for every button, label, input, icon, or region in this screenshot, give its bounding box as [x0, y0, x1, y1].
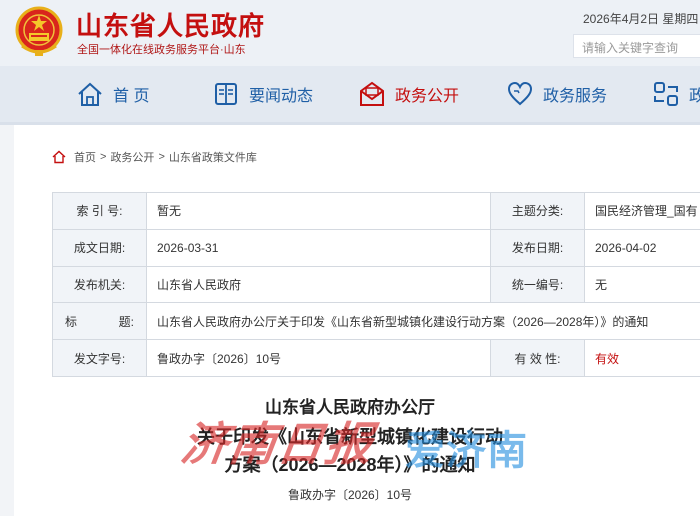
- created-date-label: 成文日期:: [52, 228, 147, 267]
- document-info-table: 索 引 号: 暂无 主题分类: 国民经济管理_国有 成文日期: 2026-03-…: [52, 192, 700, 377]
- search-input[interactable]: 请输入关键字查询: [573, 34, 700, 58]
- breadcrumb-gov-affairs[interactable]: 政务公开: [110, 149, 154, 165]
- index-value: 暂无: [146, 192, 491, 230]
- breadcrumb: 首页 > 政务公开 > 山东省政策文件库: [52, 149, 257, 165]
- home-icon: [52, 150, 66, 164]
- national-emblem-icon: [15, 6, 63, 56]
- index-label: 索 引 号:: [52, 192, 147, 230]
- nav-item-gov-affairs[interactable]: 政务公开: [358, 78, 459, 110]
- doc-number-value: 鲁政办字〔2026〕10号: [146, 339, 491, 377]
- breadcrumb-separator: >: [100, 151, 107, 163]
- validity-value: 有效: [584, 339, 700, 377]
- title-label-b: 题:: [118, 314, 134, 329]
- title-label-a: 标: [65, 314, 78, 329]
- nav-label-services: 政务服务: [543, 88, 608, 105]
- document-title-line2: 方案（2026—2028年）》的通知: [224, 455, 476, 475]
- uid-label: 统一编号:: [490, 265, 585, 304]
- doc-number-label: 发文字号:: [52, 339, 147, 377]
- nav-label-home: 首 页: [113, 88, 150, 105]
- title-label: 标 题:: [52, 302, 147, 341]
- nav-label-gov-affairs: 政务公开: [395, 88, 460, 105]
- mail-icon: [360, 81, 384, 106]
- category-label: 主题分类:: [490, 192, 585, 230]
- site-title[interactable]: 山东省人民政府: [76, 6, 265, 43]
- created-date-value: 2026-03-31: [146, 228, 491, 267]
- site-subtitle[interactable]: 全国一体化在线政务服务平台·山东: [77, 41, 246, 57]
- nav-item-interaction[interactable]: 政: [652, 78, 700, 110]
- document-number: 鲁政办字〔2026〕10号: [287, 488, 413, 502]
- uid-value: 无: [584, 265, 700, 304]
- table-row: 索 引 号: 暂无 主题分类: 国民经济管理_国有: [52, 192, 700, 230]
- home-icon: [78, 82, 102, 106]
- main-nav: 首 页 要闻动态 政务公开 政务服务 政: [0, 66, 700, 122]
- heart-icon: [507, 81, 533, 106]
- table-row: 标 题: 山东省人民政府办公厅关于印发《山东省新型城镇化建设行动方案（2026—…: [52, 302, 700, 341]
- interaction-icon: [654, 82, 678, 106]
- document-title-line1: 关于印发《山东省新型城镇化建设行动: [197, 427, 503, 447]
- validity-label: 有 效 性:: [490, 339, 585, 377]
- nav-label-news: 要闻动态: [249, 88, 314, 105]
- category-value: 国民经济管理_国有: [584, 192, 700, 230]
- breadcrumb-separator: >: [158, 151, 165, 163]
- breadcrumb-home[interactable]: 首页: [74, 149, 96, 165]
- table-row: 发布机关: 山东省人民政府 统一编号: 无: [52, 265, 700, 304]
- table-row: 发文字号: 鲁政办字〔2026〕10号 有 效 性: 有效: [52, 339, 700, 377]
- current-date: 2026年4月2日 星期四: [583, 12, 699, 26]
- title-value: 山东省人民政府办公厅关于印发《山东省新型城镇化建设行动方案（2026—2028年…: [146, 302, 700, 341]
- nav-item-news[interactable]: 要闻动态: [212, 78, 313, 110]
- published-date-value: 2026-04-02: [584, 228, 700, 267]
- issuer-label: 发布机关:: [52, 265, 147, 304]
- news-icon: [215, 83, 237, 105]
- published-date-label: 发布日期:: [490, 228, 585, 267]
- document-issuing-org: 山东省人民政府办公厅: [265, 398, 435, 417]
- site-header: 山东省人民政府 全国一体化在线政务服务平台·山东 2026年4月2日 星期四 请…: [0, 0, 700, 66]
- nav-item-home[interactable]: 首 页: [76, 78, 149, 110]
- nav-label-interaction: 政: [689, 88, 700, 105]
- table-row: 成文日期: 2026-03-31 发布日期: 2026-04-02: [52, 228, 700, 267]
- issuer-value: 山东省人民政府: [146, 265, 491, 304]
- breadcrumb-policy-library[interactable]: 山东省政策文件库: [169, 149, 257, 165]
- nav-item-services[interactable]: 政务服务: [506, 78, 607, 110]
